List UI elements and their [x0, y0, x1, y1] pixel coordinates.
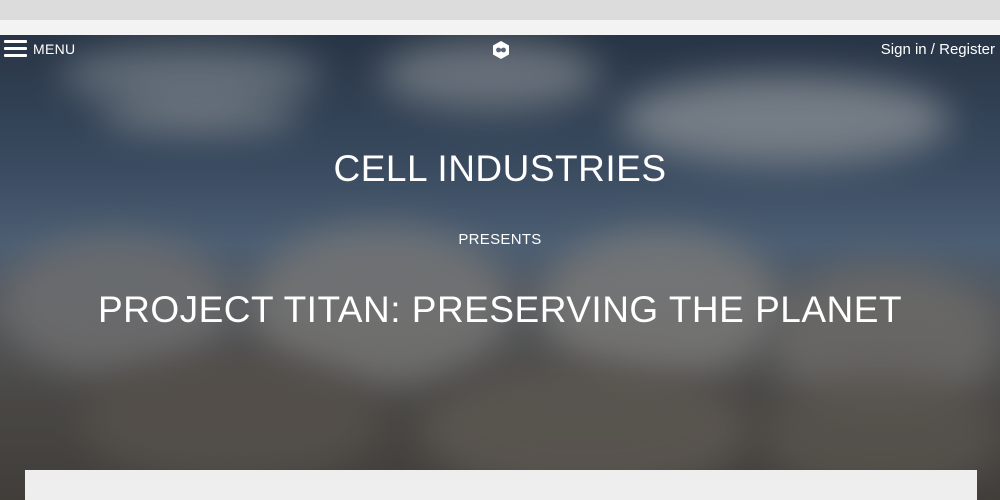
- browser-chrome-strip: [0, 20, 1000, 35]
- page-title: CELL INDUSTRIES: [333, 148, 667, 189]
- content-card: [25, 470, 977, 500]
- project-subtitle: PROJECT TITAN: PRESERVING THE PLANET: [97, 289, 903, 330]
- hero-banner: MENU Sign in / Register CELL INDUSTRIES …: [0, 35, 1000, 500]
- top-nav: MENU Sign in / Register: [0, 35, 1000, 65]
- hamburger-icon: [4, 40, 27, 58]
- menu-button[interactable]: MENU: [4, 40, 75, 58]
- menu-label: MENU: [33, 41, 76, 57]
- cell-hexagon-logo-icon[interactable]: [491, 40, 511, 60]
- hero-overlay: [0, 35, 1000, 500]
- presents-label: PRESENTS: [458, 231, 542, 248]
- sign-in-register-link[interactable]: Sign in / Register: [881, 41, 995, 58]
